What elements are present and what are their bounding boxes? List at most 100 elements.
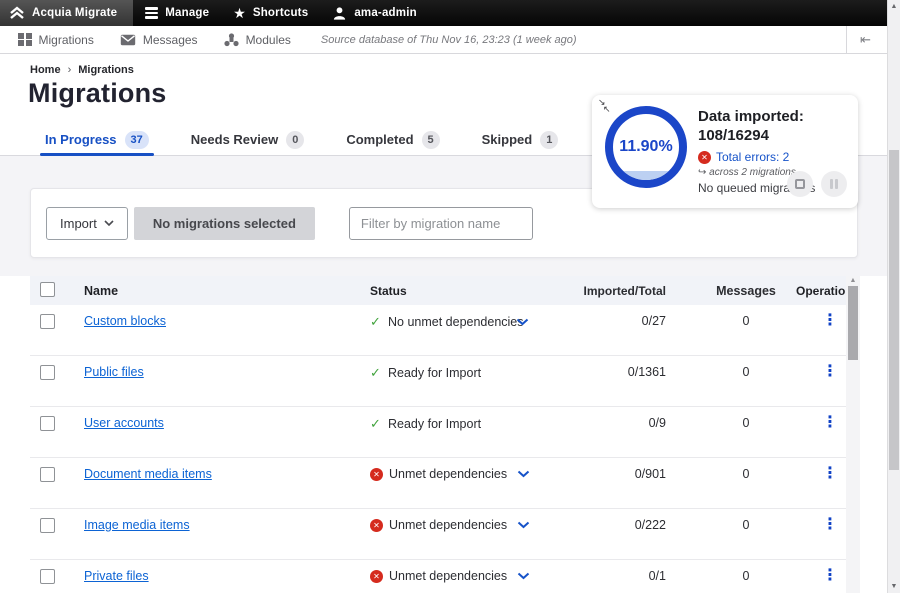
collapse-card-icon[interactable]: ↘ ↖ bbox=[597, 97, 615, 115]
modules-icon bbox=[224, 33, 239, 47]
table-header-row: Name Status Imported/Total Messages Oper… bbox=[30, 276, 848, 305]
imported-total: 0/1 bbox=[540, 569, 666, 583]
kebab-menu-icon[interactable]: ⋮ bbox=[822, 518, 838, 532]
nav-migrations[interactable]: Migrations bbox=[18, 33, 94, 47]
tab-in-progress[interactable]: In Progress 37 bbox=[45, 124, 149, 155]
column-header-messages: Messages bbox=[666, 284, 796, 298]
breadcrumb: Home › Migrations bbox=[30, 64, 134, 76]
total-errors-link[interactable]: ✕ Total errors: 2 bbox=[698, 150, 848, 164]
ama-migrations-page: Acquia Migrate Manage ★ Shortcuts ama-ad… bbox=[0, 0, 900, 593]
manage-label: Manage bbox=[165, 7, 209, 19]
selection-label: No migrations selected bbox=[153, 216, 296, 231]
imported-total: 0/9 bbox=[540, 416, 666, 430]
kebab-menu-icon[interactable]: ⋮ bbox=[822, 314, 838, 328]
migration-link[interactable]: Custom blocks bbox=[84, 314, 166, 328]
migration-link[interactable]: Public files bbox=[84, 365, 144, 379]
status-ok-icon: ✓ bbox=[370, 365, 382, 381]
pause-icon bbox=[830, 179, 839, 189]
messages-count: 0 bbox=[666, 416, 796, 430]
stop-icon bbox=[795, 179, 805, 189]
scroll-up-icon[interactable]: ▲ bbox=[846, 277, 860, 284]
data-imported-count: 108/16294 bbox=[698, 126, 848, 145]
across-label: across 2 migrations bbox=[709, 167, 796, 178]
column-header-operations: Operations bbox=[796, 284, 848, 298]
page-scrollbar-thumb[interactable] bbox=[889, 150, 899, 470]
row-checkbox[interactable] bbox=[40, 416, 55, 431]
kebab-menu-icon[interactable]: ⋮ bbox=[822, 365, 838, 379]
messages-count: 0 bbox=[666, 365, 796, 379]
status-text: Unmet dependencies bbox=[389, 518, 511, 532]
messages-count: 0 bbox=[666, 314, 796, 328]
import-progress-card: ↘ ↖ 11.90% Data imported: 108/16294 ✕ To… bbox=[592, 95, 858, 208]
tab-needs-review[interactable]: Needs Review 0 bbox=[191, 124, 305, 155]
chevron-down-icon[interactable] bbox=[517, 521, 530, 529]
messages-count: 0 bbox=[666, 569, 796, 583]
hamburger-icon bbox=[145, 7, 158, 19]
arrow-nw-icon: ↖ bbox=[603, 105, 611, 114]
tab-skipped[interactable]: Skipped 1 bbox=[482, 124, 559, 155]
table-scrollbar[interactable]: ▲ bbox=[846, 276, 860, 593]
messages-count: 0 bbox=[666, 467, 796, 481]
kebab-menu-icon[interactable]: ⋮ bbox=[822, 416, 838, 430]
status-error-icon: ✕ bbox=[370, 519, 383, 532]
filter-migration-input[interactable] bbox=[349, 207, 533, 240]
row-checkbox[interactable] bbox=[40, 314, 55, 329]
column-header-status: Status bbox=[370, 284, 540, 298]
scroll-up-icon[interactable]: ▲ bbox=[888, 3, 900, 10]
import-dropdown-button[interactable]: Import bbox=[46, 207, 128, 240]
tab-count-badge: 1 bbox=[540, 131, 558, 149]
pause-import-button[interactable] bbox=[821, 171, 847, 197]
data-imported-label: Data imported: bbox=[698, 107, 848, 126]
migration-link[interactable]: Image media items bbox=[84, 518, 190, 532]
status-ok-icon: ✓ bbox=[370, 314, 382, 330]
scroll-down-icon[interactable]: ▼ bbox=[888, 583, 900, 590]
messages-count: 0 bbox=[666, 518, 796, 532]
chevron-down-icon[interactable] bbox=[517, 572, 530, 580]
page-scrollbar[interactable]: ▲ ▼ bbox=[887, 0, 900, 593]
manage-menu[interactable]: Manage bbox=[133, 0, 221, 26]
nav-messages[interactable]: Messages bbox=[120, 33, 198, 47]
tab-count-badge: 37 bbox=[125, 131, 149, 149]
page-title: Migrations bbox=[28, 78, 167, 109]
migration-link[interactable]: Document media items bbox=[84, 467, 212, 481]
select-all-checkbox[interactable] bbox=[40, 282, 55, 297]
double-chevron-up-icon bbox=[9, 6, 25, 20]
star-icon: ★ bbox=[233, 6, 246, 20]
table-scrollbar-thumb[interactable] bbox=[848, 286, 858, 360]
chevron-down-icon[interactable] bbox=[517, 470, 530, 478]
table-row: Private files ✕ Unmet dependencies 0/1 0… bbox=[30, 560, 848, 593]
acquia-migrate-home[interactable]: Acquia Migrate bbox=[0, 0, 133, 26]
nav-messages-label: Messages bbox=[143, 33, 198, 47]
status-text: No unmet dependencies bbox=[388, 315, 510, 329]
user-menu[interactable]: ama-admin bbox=[320, 0, 429, 26]
envelope-icon bbox=[120, 34, 136, 46]
migration-link[interactable]: User accounts bbox=[84, 416, 164, 430]
kebab-menu-icon[interactable]: ⋮ bbox=[822, 569, 838, 583]
imported-total: 0/222 bbox=[540, 518, 666, 532]
total-errors-label: Total errors: 2 bbox=[716, 150, 789, 164]
logo-label: Acquia Migrate bbox=[32, 7, 117, 19]
stop-import-button[interactable] bbox=[787, 171, 813, 197]
tab-completed[interactable]: Completed 5 bbox=[346, 124, 439, 155]
row-checkbox[interactable] bbox=[40, 518, 55, 533]
admin-topbar: Acquia Migrate Manage ★ Shortcuts ama-ad… bbox=[0, 0, 887, 26]
tab-label: In Progress bbox=[45, 132, 117, 147]
tab-count-badge: 5 bbox=[422, 131, 440, 149]
row-checkbox[interactable] bbox=[40, 467, 55, 482]
migration-link[interactable]: Private files bbox=[84, 569, 149, 583]
status-text: Unmet dependencies bbox=[389, 569, 511, 583]
row-checkbox[interactable] bbox=[40, 569, 55, 584]
nav-modules[interactable]: Modules bbox=[224, 33, 291, 47]
chevron-down-icon bbox=[104, 220, 114, 226]
toolbar-orientation-toggle[interactable]: ⇤ bbox=[846, 26, 887, 53]
imported-total: 0/901 bbox=[540, 467, 666, 481]
tab-label: Skipped bbox=[482, 132, 533, 147]
tab-label: Completed bbox=[346, 132, 413, 147]
chevron-down-icon[interactable] bbox=[516, 318, 529, 326]
breadcrumb-home-link[interactable]: Home bbox=[30, 64, 61, 76]
kebab-menu-icon[interactable]: ⋮ bbox=[822, 467, 838, 481]
shortcuts-menu[interactable]: ★ Shortcuts bbox=[221, 0, 320, 26]
secondary-toolbar: Migrations Messages Modules Source datab… bbox=[0, 26, 887, 54]
row-checkbox[interactable] bbox=[40, 365, 55, 380]
status-ok-icon: ✓ bbox=[370, 416, 382, 432]
